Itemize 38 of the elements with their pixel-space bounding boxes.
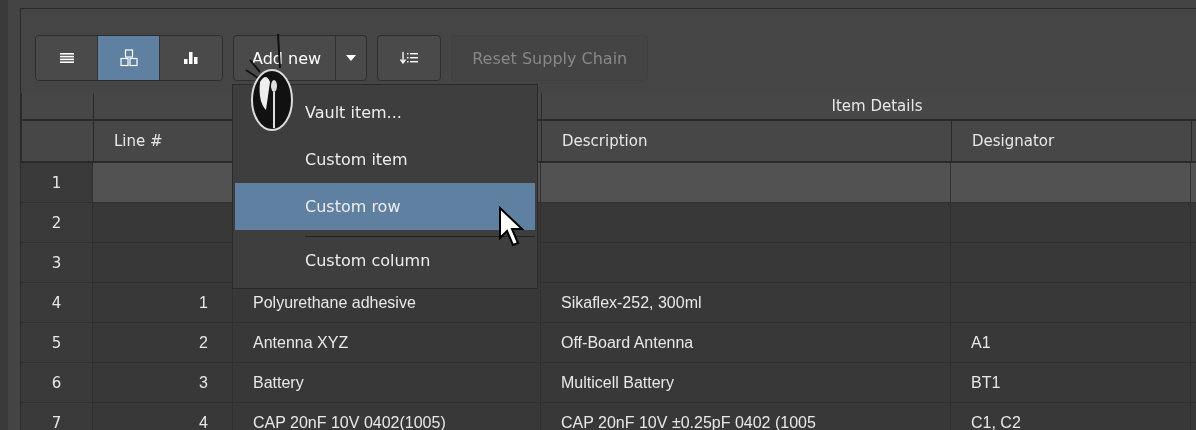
- group-header: Item Details: [541, 93, 1196, 121]
- row-number: 6: [21, 363, 93, 403]
- table-cell: BT1: [951, 363, 1191, 403]
- table-cell: Antenna XYZ: [233, 323, 541, 363]
- table-cell: A1: [951, 323, 1191, 363]
- table-cell: CAP 20nF 10V 0402(1005): [233, 403, 541, 430]
- list-icon: [59, 53, 74, 63]
- row-number: 3: [21, 243, 93, 283]
- table-cell: Battery: [233, 363, 541, 403]
- table-cell: CAP 20nF 10V ±0.25pF 0402 (1005: [541, 403, 951, 430]
- column-header[interactable]: Designator: [951, 121, 1191, 163]
- table-cell: C1, C2: [951, 403, 1191, 430]
- add-new-split-button[interactable]: Add new: [233, 35, 368, 81]
- table-cell: 4: [93, 403, 233, 430]
- view-button[interactable]: [160, 36, 222, 80]
- menu-item[interactable]: Custom column: [235, 237, 535, 284]
- table-cell: Off-Board Antenna: [541, 323, 951, 363]
- bar-chart-icon: [184, 52, 198, 64]
- cubes-icon: [119, 49, 138, 67]
- view-button[interactable]: [36, 36, 98, 80]
- cursor-icon: [498, 206, 526, 248]
- row-number: 1: [21, 163, 93, 203]
- table-cell: 3: [93, 363, 233, 403]
- caret-icon: [346, 55, 357, 61]
- menu-item[interactable]: Custom row: [235, 183, 535, 230]
- table-cell: 1: [93, 283, 233, 323]
- row-number: 5: [21, 323, 93, 363]
- row-number: 2: [21, 203, 93, 243]
- row-number: 4: [21, 283, 93, 323]
- column-header[interactable]: Description: [541, 121, 951, 163]
- table-cell: Sikaflex-252, 300ml: [541, 283, 951, 323]
- menu-item[interactable]: Vault item...: [235, 89, 535, 136]
- menu-item[interactable]: Custom item: [235, 136, 535, 183]
- table-cell: Multicell Battery: [541, 363, 951, 403]
- table-cell: 2: [93, 323, 233, 363]
- column-header[interactable]: Line #: [93, 121, 233, 163]
- sort-button[interactable]: [377, 35, 442, 81]
- sort-icon: [400, 52, 419, 64]
